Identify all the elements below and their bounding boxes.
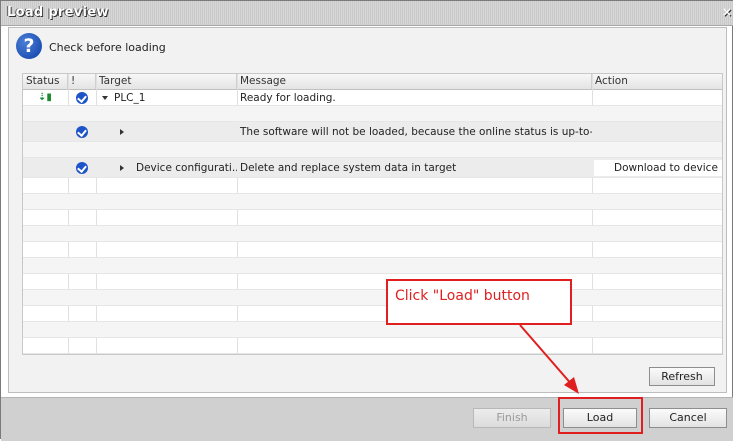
annotation-arrow [519,324,579,394]
load-button-highlight [558,397,643,434]
load-preview-dialog: Load preview × ? Check before loading St… [0,0,733,441]
